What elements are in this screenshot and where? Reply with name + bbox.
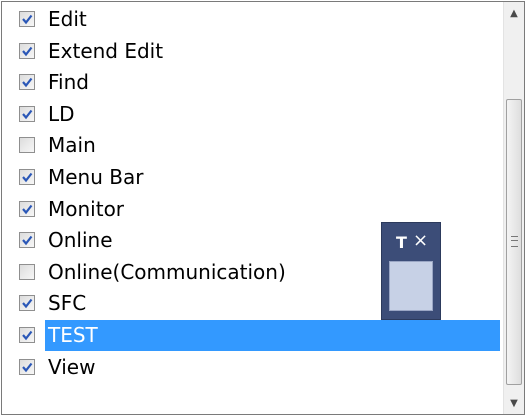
checkbox-checked[interactable]: [19, 105, 35, 122]
list-item-label: Menu Bar: [48, 165, 144, 189]
list-item-label: Main: [48, 133, 96, 158]
list-item-label: Edit: [48, 7, 87, 31]
list-item[interactable]: View: [2, 352, 500, 383]
checkmark-icon: [22, 172, 33, 183]
list-item[interactable]: Extend Edit: [2, 36, 500, 67]
checkbox-checked[interactable]: [19, 200, 35, 217]
checkmark-icon: [22, 14, 33, 25]
checkmark-icon: [22, 330, 33, 341]
scroll-up-arrow-icon[interactable]: ▲: [504, 2, 524, 24]
checkbox-checked[interactable]: [19, 295, 35, 312]
close-icon[interactable]: ×: [413, 232, 428, 250]
floating-window-titlebar[interactable]: T ×: [382, 223, 440, 259]
toolbar-checklist: Edit Extend Edit Find LD Main Menu Bar Monitor…: [1, 1, 525, 415]
checkmark-icon: [22, 299, 33, 309]
list-item-label: Online(Communication): [48, 259, 286, 284]
scroll-grip-icon: [511, 236, 518, 247]
list-item-label: TEST: [48, 323, 98, 347]
checkbox-checked[interactable]: [19, 232, 35, 249]
list-item-label: Extend Edit: [48, 38, 164, 63]
vertical-scrollbar[interactable]: ▲ ▼: [503, 2, 524, 414]
checkmark-icon: [22, 204, 33, 214]
list-item[interactable]: TEST: [2, 320, 500, 351]
list-item-label: Find: [48, 70, 89, 95]
checklist-items: Edit Extend Edit Find LD Main Menu Bar Monitor…: [2, 2, 502, 414]
checkbox-checked[interactable]: [19, 327, 35, 343]
list-item[interactable]: LD: [2, 99, 500, 130]
checkbox-checked[interactable]: [19, 11, 35, 27]
checkbox-checked[interactable]: [19, 169, 35, 185]
scroll-thumb[interactable]: [506, 99, 522, 385]
list-item[interactable]: Monitor: [2, 194, 500, 225]
scroll-down-arrow-icon[interactable]: ▼: [504, 392, 524, 414]
checkbox-checked[interactable]: [19, 42, 35, 59]
list-item-label: Monitor: [48, 196, 125, 221]
checkmark-icon: [22, 362, 33, 372]
checkmark-icon: [22, 236, 33, 246]
checkbox-unchecked[interactable]: [19, 263, 35, 280]
checkmark-icon: [22, 109, 33, 120]
floating-window-body: [389, 261, 433, 311]
checkbox-checked[interactable]: [19, 74, 35, 91]
list-item-label: LD: [48, 101, 75, 126]
list-item[interactable]: Find: [2, 67, 500, 98]
checkmark-icon: [22, 78, 33, 88]
list-item-label: Online: [48, 228, 113, 253]
list-item-label: View: [48, 354, 96, 379]
list-item[interactable]: Menu Bar: [2, 162, 500, 193]
list-item[interactable]: Edit: [2, 4, 500, 35]
list-item-label: SFC: [48, 291, 87, 316]
list-item[interactable]: Main: [2, 130, 500, 161]
checkbox-unchecked[interactable]: [19, 137, 35, 154]
checkmark-icon: [22, 46, 33, 56]
list-item-label-area[interactable]: TEST: [45, 320, 500, 351]
floating-mini-window[interactable]: T ×: [381, 222, 441, 320]
checkbox-checked[interactable]: [19, 358, 35, 375]
pin-icon[interactable]: T: [396, 235, 407, 251]
